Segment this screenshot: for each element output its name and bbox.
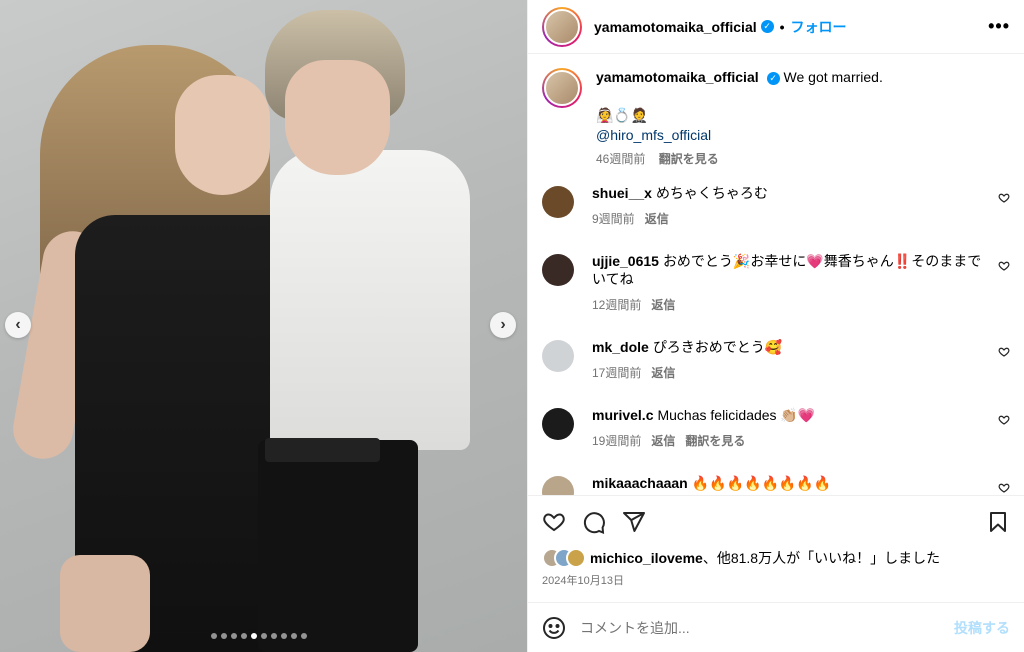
carousel-dot (261, 633, 267, 639)
carousel-dot (231, 633, 237, 639)
like-comment-icon[interactable] (998, 482, 1010, 494)
carousel-dot (271, 633, 277, 639)
comments-list[interactable]: yamamotomaika_official ✓ We got married. … (528, 54, 1024, 495)
reply-button[interactable]: 返信 (651, 298, 675, 312)
translate-link[interactable]: 翻訳を見る (685, 434, 745, 448)
avatar[interactable] (542, 340, 574, 372)
liked-by-username[interactable]: michico_iloveme (590, 550, 703, 566)
comment-time[interactable]: 12週間前 (592, 298, 641, 312)
chevron-left-icon: ‹ (15, 316, 21, 333)
avatar[interactable] (542, 68, 582, 108)
like-comment-icon[interactable] (998, 192, 1010, 204)
post-actions: michico_iloveme、他81.8万人が「いいね！」しました 2024年… (528, 495, 1024, 588)
carousel-dot (251, 633, 257, 639)
comment-item: shuei__x めちゃくちゃろむ 9週間前 返信 (542, 184, 1010, 228)
separator-dot: • (779, 18, 785, 35)
comment-time[interactable]: 9週間前 (592, 212, 635, 226)
comment-input[interactable] (580, 619, 954, 636)
carousel-dot (241, 633, 247, 639)
avatar[interactable] (542, 254, 574, 286)
post-header: yamamotomaika_official ✓ • フォロー ••• (528, 0, 1024, 54)
photo-figure (60, 555, 150, 652)
carousel-dot (221, 633, 227, 639)
reply-button[interactable]: 返信 (645, 212, 669, 226)
caption-emojis: 👰💍🤵 (596, 107, 649, 123)
caption-username[interactable]: yamamotomaika_official (596, 69, 759, 85)
comment-icon[interactable] (582, 510, 606, 534)
comment-username[interactable]: mikaaachaaan (592, 475, 688, 491)
reply-button[interactable]: 返信 (651, 366, 675, 380)
comment-username[interactable]: mk_dole (592, 339, 649, 355)
comment-text: Muchas felicidades 👏🏼💗 (657, 407, 816, 423)
post-date: 2024年10月13日 (542, 575, 624, 587)
carousel-dot (301, 633, 307, 639)
likes-summary[interactable]: michico_iloveme、他81.8万人が「いいね！」しました (542, 548, 1010, 568)
avatar[interactable] (542, 408, 574, 440)
translate-link[interactable]: 翻訳を見る (659, 152, 719, 166)
comment-time[interactable]: 19週間前 (592, 434, 641, 448)
more-options-icon[interactable]: ••• (988, 16, 1010, 37)
heart-icon[interactable] (542, 510, 566, 534)
post-side-panel: yamamotomaika_official ✓ • フォロー ••• yama… (527, 0, 1024, 652)
photo-figure (258, 440, 418, 652)
post-author-username[interactable]: yamamotomaika_official (594, 19, 757, 35)
bookmark-icon[interactable] (986, 510, 1010, 534)
comment-item: mk_dole ぴろきおめでとう🥰 17週間前 返信 (542, 338, 1010, 382)
verified-badge-icon: ✓ (760, 20, 774, 33)
comment-text: めちゃくちゃろむ (655, 185, 768, 201)
reply-button[interactable]: 返信 (651, 434, 675, 448)
verified-badge-icon: ✓ (766, 72, 780, 85)
carousel-indicator (211, 633, 307, 639)
carousel-dot (211, 633, 217, 639)
avatar[interactable] (542, 186, 574, 218)
avatar (566, 548, 586, 568)
comment-text: 🔥🔥🔥🔥🔥🔥🔥🔥 (691, 475, 832, 491)
previous-slide-button[interactable]: ‹ (5, 312, 31, 338)
comment-item: murivel.c Muchas felicidades 👏🏼💗 19週間前 返信 翻訳… (542, 406, 1010, 450)
like-comment-icon[interactable] (998, 260, 1010, 272)
comment-item: ujjie_0615 おめでとう🎉お幸せに💗舞香ちゃん‼️そのままでいてね 12週間… (542, 252, 1010, 314)
share-icon[interactable] (622, 510, 646, 534)
photo-figure (285, 60, 390, 175)
add-comment-bar: 投稿する (528, 602, 1024, 652)
comment-username[interactable]: ujjie_0615 (592, 253, 659, 269)
chevron-right-icon: › (500, 316, 506, 333)
post-comment-button[interactable]: 投稿する (954, 618, 1010, 638)
carousel-dot (281, 633, 287, 639)
caption-time[interactable]: 46週間前 (596, 152, 645, 166)
post-media[interactable]: ‹ › (0, 0, 527, 652)
likes-count-text: 、他81.8万人が「いいね！」しました (702, 550, 941, 566)
comment-text: ぴろきおめでとう🥰 (652, 339, 783, 355)
avatar[interactable] (542, 476, 574, 495)
comment-username[interactable]: murivel.c (592, 407, 653, 423)
avatar[interactable] (542, 6, 582, 47)
next-slide-button[interactable]: › (490, 312, 516, 338)
comment-time[interactable]: 17週間前 (592, 366, 641, 380)
mention-link[interactable]: @hiro_mfs_official (596, 126, 986, 144)
like-comment-icon[interactable] (998, 414, 1010, 426)
photo-figure (270, 150, 470, 450)
comment-item: mikaaachaaan 🔥🔥🔥🔥🔥🔥🔥🔥 (542, 474, 1010, 495)
carousel-dot (291, 633, 297, 639)
follow-button[interactable]: フォロー (791, 17, 847, 37)
post-caption: yamamotomaika_official ✓ We got married. … (542, 68, 1010, 168)
comment-username[interactable]: shuei__x (592, 185, 652, 201)
caption-text: We got married. (783, 69, 883, 85)
like-comment-icon[interactable] (998, 346, 1010, 358)
emoji-icon[interactable] (542, 616, 566, 640)
photo-figure (265, 438, 380, 462)
photo-figure (175, 75, 270, 195)
